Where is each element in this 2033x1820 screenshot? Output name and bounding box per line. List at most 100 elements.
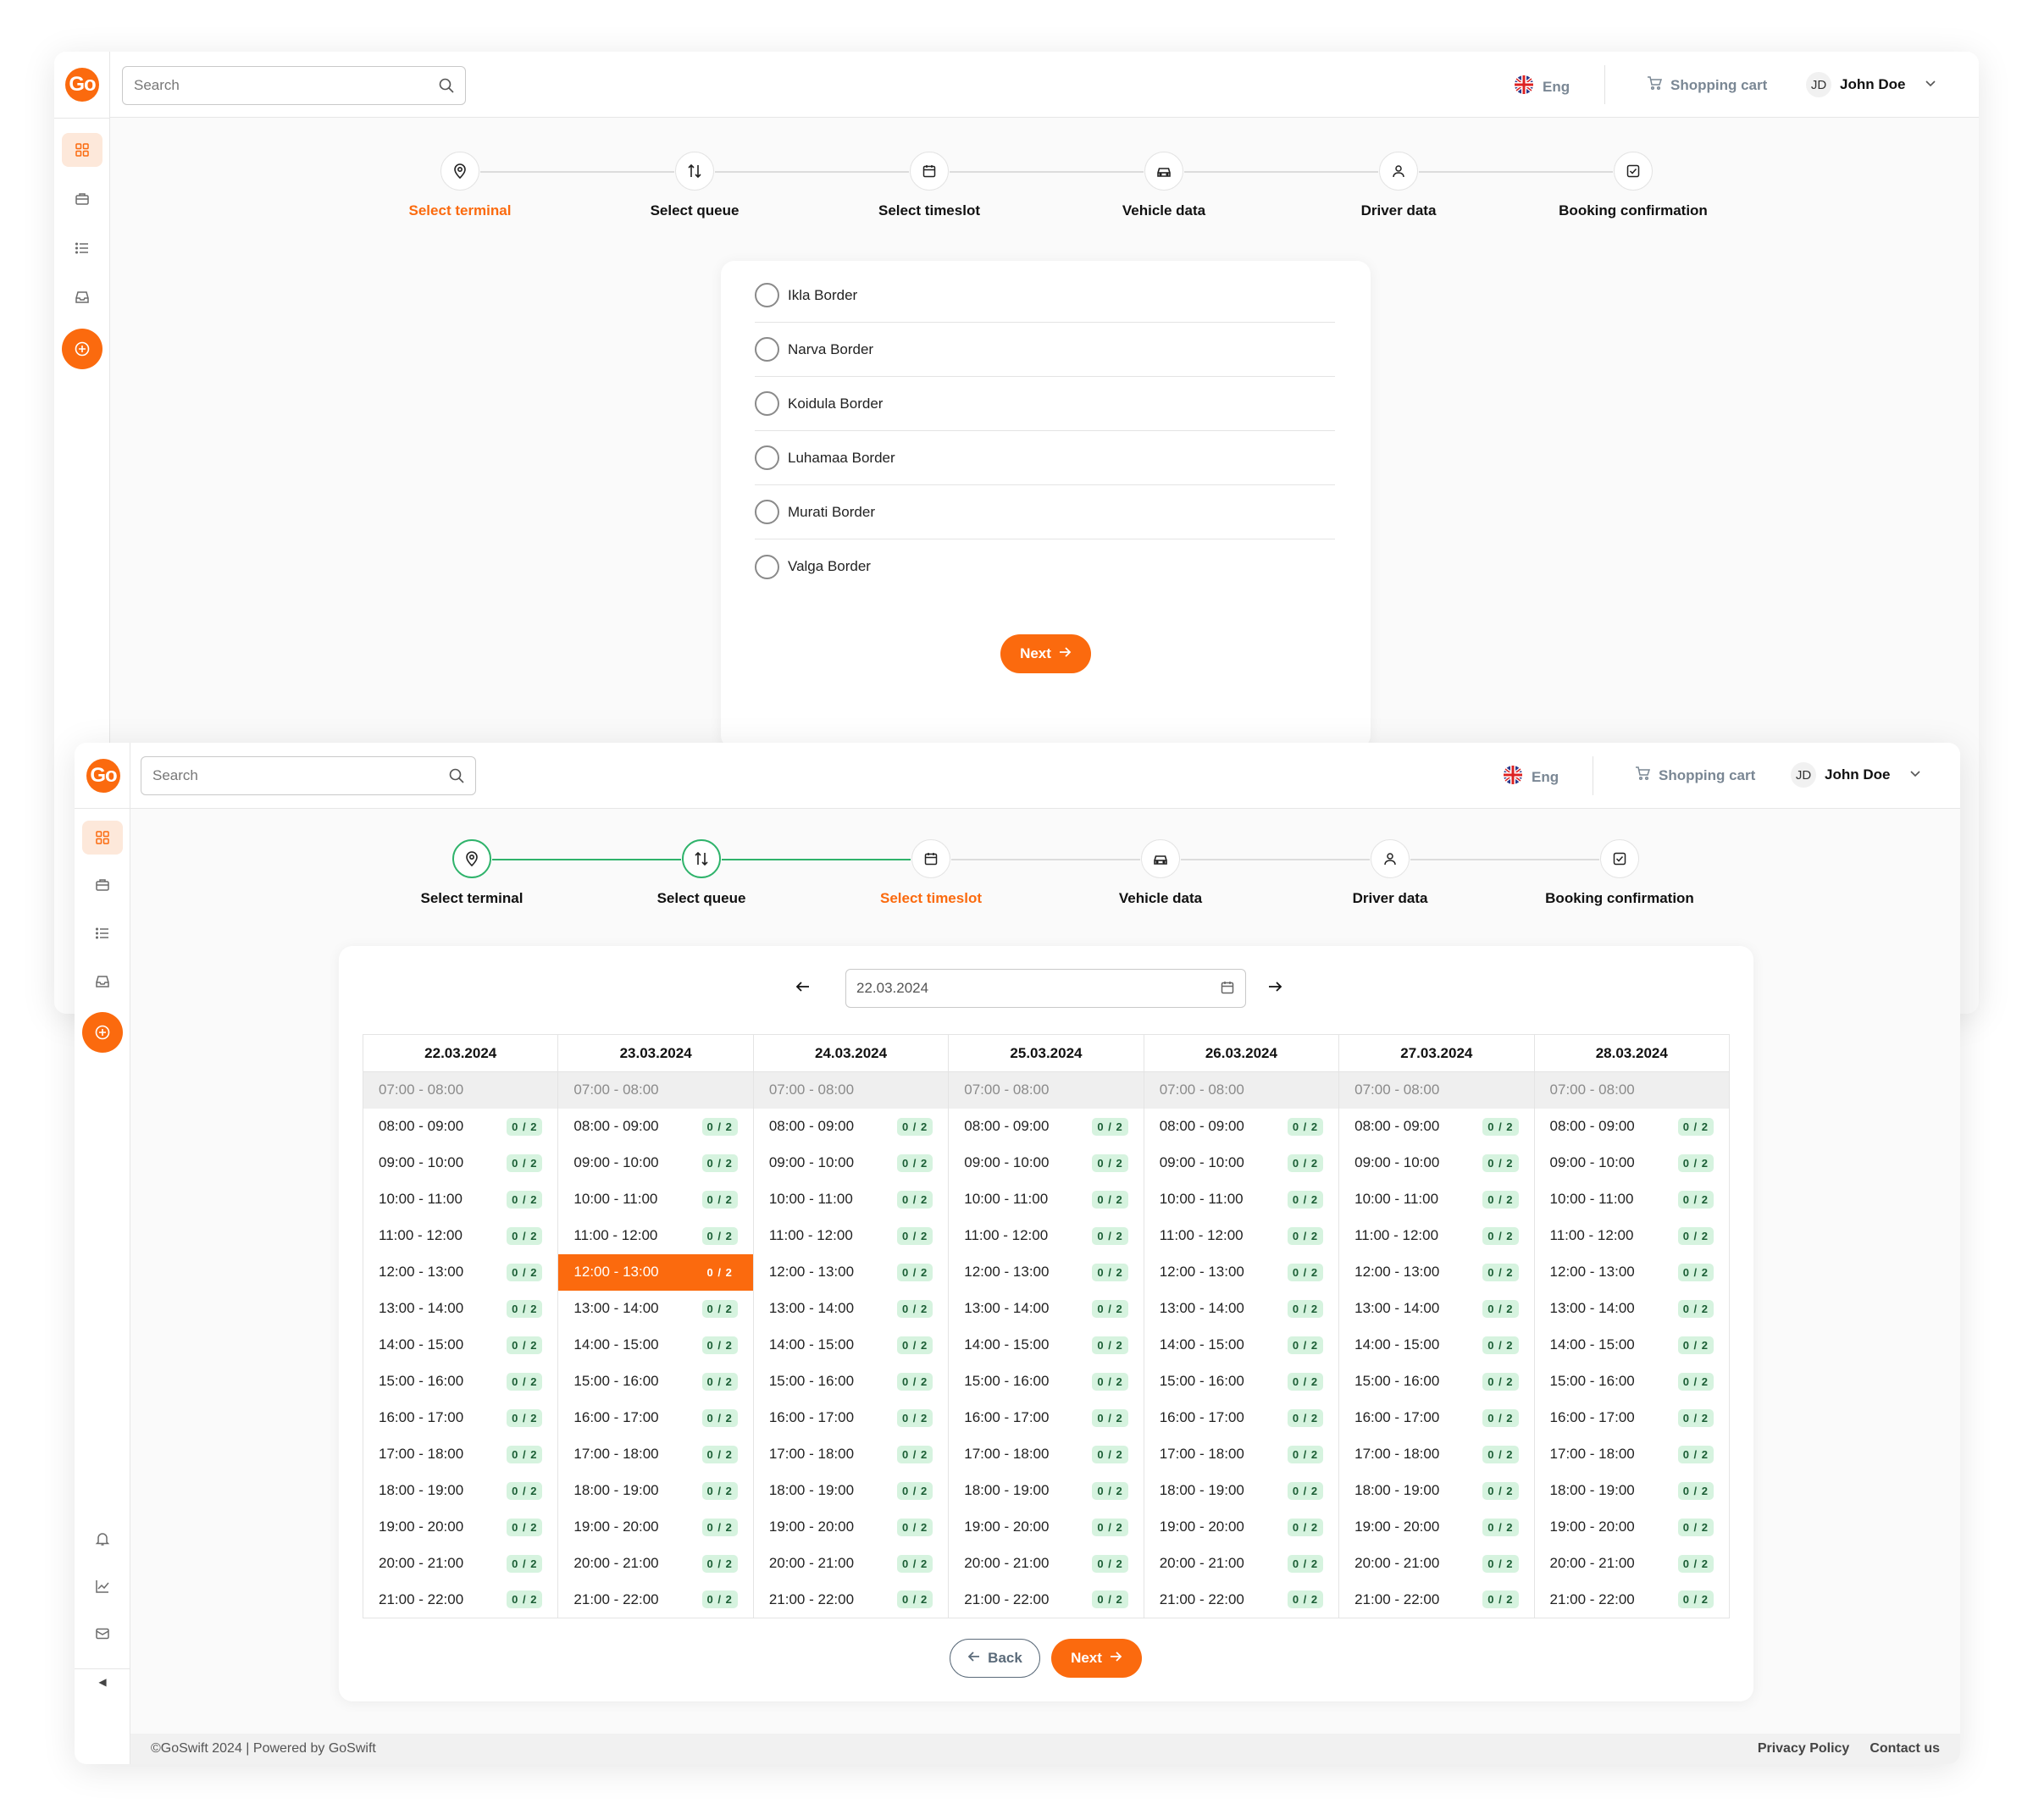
timeslot-cell[interactable]: 20:00 - 21:00 0 / 2 [557, 1545, 754, 1582]
dashboard-icon[interactable] [62, 133, 102, 167]
timeslot-cell[interactable]: 21:00 - 22:00 0 / 2 [1338, 1581, 1535, 1618]
timeslot-cell[interactable]: 11:00 - 12:00 0 / 2 [362, 1217, 559, 1254]
timeslot-cell[interactable]: 16:00 - 17:00 0 / 2 [1533, 1399, 1731, 1436]
terminal-option[interactable]: Murati Border [755, 485, 1335, 539]
arrow-right-icon[interactable] [1265, 976, 1285, 997]
timeslot-cell[interactable]: 14:00 - 15:00 0 / 2 [948, 1326, 1144, 1364]
contact-us-link[interactable]: Contact us [1870, 1741, 1940, 1756]
timeslot-cell[interactable]: 09:00 - 10:00 0 / 2 [362, 1144, 559, 1181]
terminal-option[interactable]: Luhamaa Border [755, 431, 1335, 485]
timeslot-cell[interactable]: 21:00 - 22:00 0 / 2 [752, 1581, 950, 1618]
step-select-timeslot[interactable]: Select timeslot [829, 839, 1033, 907]
timeslot-cell[interactable]: 15:00 - 16:00 0 / 2 [1143, 1363, 1340, 1400]
timeslot-cell[interactable]: 17:00 - 18:00 0 / 2 [557, 1436, 754, 1473]
timeslot-cell[interactable]: 13:00 - 14:00 0 / 2 [1533, 1290, 1731, 1327]
timeslot-cell[interactable]: 19:00 - 20:00 0 / 2 [1533, 1508, 1731, 1546]
timeslot-cell[interactable]: 15:00 - 16:00 0 / 2 [1533, 1363, 1731, 1400]
timeslot-cell[interactable]: 15:00 - 16:00 0 / 2 [362, 1363, 559, 1400]
timeslot-cell[interactable]: 13:00 - 14:00 0 / 2 [752, 1290, 950, 1327]
timeslot-cell[interactable]: 17:00 - 18:00 0 / 2 [948, 1436, 1144, 1473]
timeslot-cell[interactable]: 17:00 - 18:00 0 / 2 [1533, 1436, 1731, 1473]
timeslot-cell[interactable]: 11:00 - 12:00 0 / 2 [1533, 1217, 1731, 1254]
timeslot-cell[interactable]: 15:00 - 16:00 0 / 2 [1338, 1363, 1535, 1400]
step-select-queue[interactable]: Select queue [600, 839, 803, 907]
radio-button[interactable] [755, 283, 779, 307]
timeslot-cell[interactable]: 20:00 - 21:00 0 / 2 [1533, 1545, 1731, 1582]
timeslot-cell[interactable]: 18:00 - 19:00 0 / 2 [1533, 1472, 1731, 1509]
timeslot-cell[interactable]: 14:00 - 15:00 0 / 2 [1338, 1326, 1535, 1364]
timeslot-cell[interactable]: 14:00 - 15:00 0 / 2 [1533, 1326, 1731, 1364]
timeslot-cell[interactable]: 12:00 - 13:00 0 / 2 [362, 1253, 559, 1291]
step-select-terminal[interactable]: Select terminal [370, 839, 573, 907]
timeslot-cell[interactable]: 14:00 - 15:00 0 / 2 [1143, 1326, 1340, 1364]
timeslot-cell[interactable]: 15:00 - 16:00 0 / 2 [557, 1363, 754, 1400]
radio-button[interactable] [755, 554, 779, 579]
briefcase-icon[interactable] [62, 182, 102, 216]
timeslot-cell[interactable]: 16:00 - 17:00 0 / 2 [362, 1399, 559, 1436]
timeslot-cell[interactable]: 19:00 - 20:00 0 / 2 [1143, 1508, 1340, 1546]
bell-icon[interactable] [82, 1522, 123, 1556]
timeslot-cell[interactable]: 08:00 - 09:00 0 / 2 [948, 1108, 1144, 1145]
timeslot-cell[interactable]: 09:00 - 10:00 0 / 2 [752, 1144, 950, 1181]
timeslot-cell[interactable]: 17:00 - 18:00 0 / 2 [1143, 1436, 1340, 1473]
timeslot-cell[interactable]: 08:00 - 09:00 0 / 2 [1338, 1108, 1535, 1145]
dashboard-icon[interactable] [82, 821, 123, 855]
timeslot-cell[interactable]: 08:00 - 09:00 0 / 2 [362, 1108, 559, 1145]
timeslot-cell[interactable]: 16:00 - 17:00 0 / 2 [557, 1399, 754, 1436]
step-booking-confirmation[interactable]: Booking confirmation [1532, 152, 1735, 219]
timeslot-cell[interactable]: 13:00 - 14:00 0 / 2 [1143, 1290, 1340, 1327]
timeslot-cell[interactable]: 11:00 - 12:00 0 / 2 [948, 1217, 1144, 1254]
timeslot-cell[interactable]: 08:00 - 09:00 0 / 2 [752, 1108, 950, 1145]
timeslot-cell[interactable]: 13:00 - 14:00 0 / 2 [557, 1290, 754, 1327]
timeslot-cell[interactable]: 09:00 - 10:00 0 / 2 [948, 1144, 1144, 1181]
timeslot-cell[interactable]: 18:00 - 19:00 0 / 2 [948, 1472, 1144, 1509]
language-selector[interactable]: Eng [1503, 765, 1559, 789]
timeslot-cell[interactable]: 16:00 - 17:00 0 / 2 [1338, 1399, 1535, 1436]
timeslot-cell[interactable]: 14:00 - 15:00 0 / 2 [752, 1326, 950, 1364]
timeslot-cell[interactable]: 10:00 - 11:00 0 / 2 [752, 1181, 950, 1218]
add-icon[interactable] [62, 329, 102, 369]
timeslot-cell[interactable]: 13:00 - 14:00 0 / 2 [362, 1290, 559, 1327]
radio-button[interactable] [755, 391, 779, 416]
timeslot-cell[interactable]: 21:00 - 22:00 0 / 2 [1533, 1581, 1731, 1618]
back-button[interactable]: Back [950, 1639, 1040, 1678]
logo[interactable]: Go [65, 68, 99, 102]
search-input[interactable] [123, 67, 414, 104]
list-icon[interactable] [82, 916, 123, 950]
user-menu[interactable]: JD John Doe [1791, 762, 1922, 788]
step-select-queue[interactable]: Select queue [593, 152, 796, 219]
timeslot-cell[interactable]: 11:00 - 12:00 0 / 2 [1338, 1217, 1535, 1254]
timeslot-cell[interactable]: 21:00 - 22:00 0 / 2 [557, 1581, 754, 1618]
radio-button[interactable] [755, 445, 779, 470]
privacy-policy-link[interactable]: Privacy Policy [1758, 1741, 1850, 1756]
timeslot-cell[interactable]: 10:00 - 11:00 0 / 2 [948, 1181, 1144, 1218]
shopping-cart-link[interactable]: Shopping cart [1635, 766, 1755, 785]
timeslot-cell[interactable]: 13:00 - 14:00 0 / 2 [948, 1290, 1144, 1327]
timeslot-cell[interactable]: 10:00 - 11:00 0 / 2 [362, 1181, 559, 1218]
timeslot-cell[interactable]: 09:00 - 10:00 0 / 2 [557, 1144, 754, 1181]
search-icon[interactable] [448, 767, 465, 788]
mail-icon[interactable] [82, 1617, 123, 1651]
timeslot-cell[interactable]: 19:00 - 20:00 0 / 2 [948, 1508, 1144, 1546]
step-driver-data[interactable]: Driver data [1297, 152, 1500, 219]
radio-button[interactable] [755, 500, 779, 524]
briefcase-icon[interactable] [82, 868, 123, 902]
shopping-cart-link[interactable]: Shopping cart [1647, 75, 1767, 95]
user-menu[interactable]: JD John Doe [1806, 72, 1937, 97]
timeslot-cell[interactable]: 16:00 - 17:00 0 / 2 [1143, 1399, 1340, 1436]
collapse-sidebar-icon[interactable]: ◀ [75, 1674, 130, 1690]
timeslot-cell[interactable]: 12:00 - 13:00 0 / 2 [1533, 1253, 1731, 1291]
timeslot-cell[interactable]: 19:00 - 20:00 0 / 2 [752, 1508, 950, 1546]
search-box[interactable] [141, 756, 476, 795]
timeslot-cell[interactable]: 19:00 - 20:00 0 / 2 [557, 1508, 754, 1546]
terminal-option[interactable]: Ikla Border [755, 268, 1335, 323]
timeslot-cell[interactable]: 18:00 - 19:00 0 / 2 [1143, 1472, 1340, 1509]
inbox-icon[interactable] [82, 965, 123, 999]
timeslot-cell[interactable]: 13:00 - 14:00 0 / 2 [1338, 1290, 1535, 1327]
timeslot-cell[interactable]: 12:00 - 13:00 0 / 2 [557, 1253, 754, 1291]
timeslot-cell[interactable]: 11:00 - 12:00 0 / 2 [752, 1217, 950, 1254]
timeslot-cell[interactable]: 19:00 - 20:00 0 / 2 [1338, 1508, 1535, 1546]
timeslot-cell[interactable]: 16:00 - 17:00 0 / 2 [948, 1399, 1144, 1436]
step-driver-data[interactable]: Driver data [1288, 839, 1492, 907]
timeslot-cell[interactable]: 20:00 - 21:00 0 / 2 [948, 1545, 1144, 1582]
